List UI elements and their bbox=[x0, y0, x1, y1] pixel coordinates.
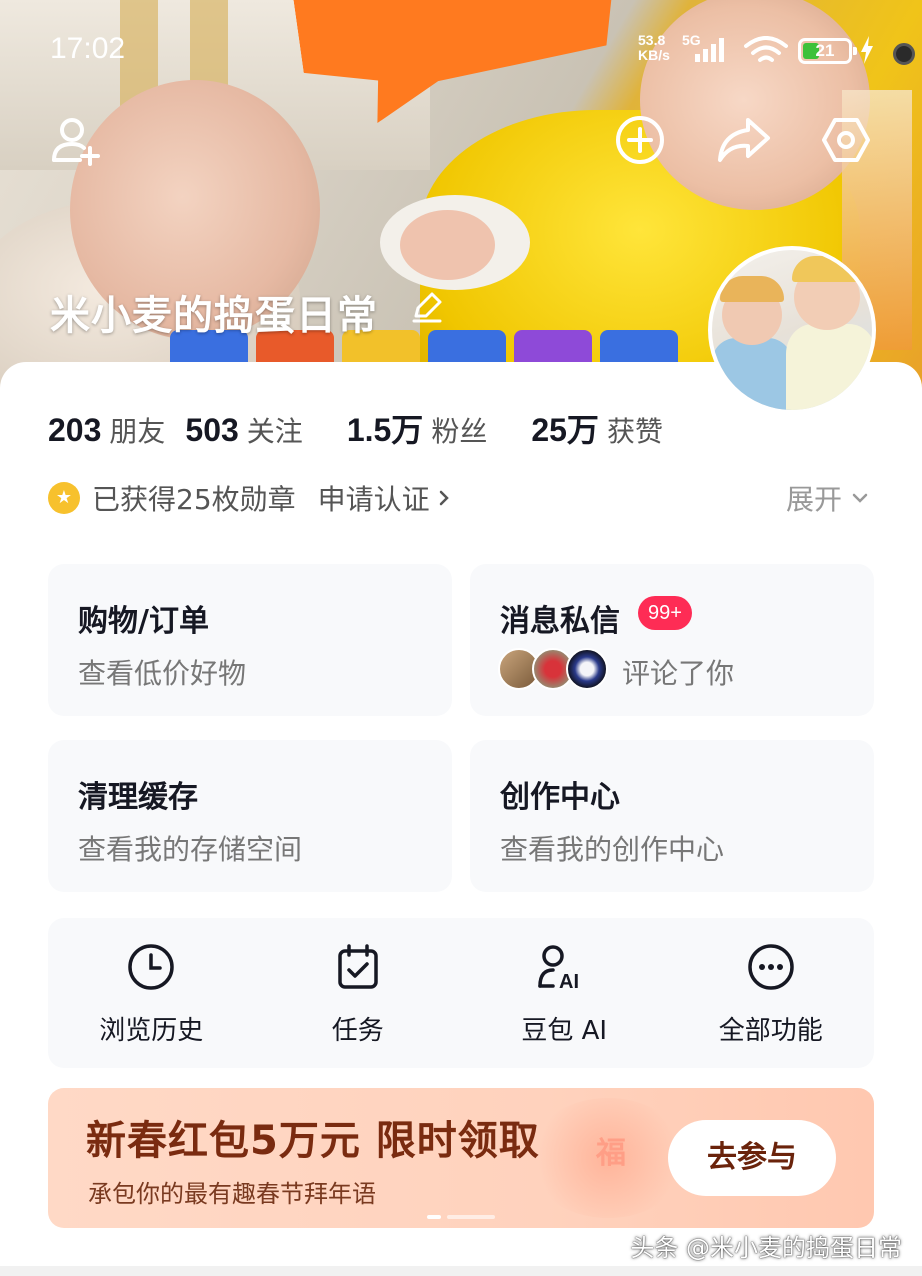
chevron-down-icon bbox=[852, 493, 868, 503]
spring-festival-banner[interactable]: 福 新春红包5万元 限时领取 承包你的最有趣春节拜年语 去参与 bbox=[48, 1088, 874, 1228]
participate-button[interactable]: 去参与 bbox=[668, 1120, 836, 1196]
shortcut-tasks[interactable]: 任务 bbox=[255, 918, 462, 1068]
banner-headline: 新春红包5万元 限时领取 bbox=[86, 1118, 540, 1164]
stat-following[interactable]: 503 关注 bbox=[185, 410, 302, 450]
commenter-avatars bbox=[498, 648, 608, 690]
cover-baby-right bbox=[640, 0, 870, 210]
settings-icon[interactable] bbox=[820, 114, 872, 166]
shortcut-all-features[interactable]: 全部功能 bbox=[668, 918, 875, 1068]
wifi-icon bbox=[744, 36, 788, 62]
shortcut-row: 浏览历史 任务 AI 豆包 AI 全部功能 bbox=[48, 918, 874, 1068]
svg-text:AI: AI bbox=[559, 971, 579, 992]
shortcut-doubao-ai[interactable]: AI 豆包 AI bbox=[461, 918, 668, 1068]
pager-dot-active bbox=[427, 1215, 441, 1219]
banner-subtitle: 承包你的最有趣春节拜年语 bbox=[88, 1180, 376, 1208]
creator-center-card[interactable]: 创作中心 查看我的创作中心 bbox=[470, 740, 874, 892]
charging-icon bbox=[861, 36, 873, 64]
avatar bbox=[566, 648, 608, 690]
shopping-orders-card[interactable]: 购物/订单 查看低价好物 bbox=[48, 564, 452, 716]
banner-pager bbox=[427, 1215, 495, 1219]
bottom-divider bbox=[0, 1266, 922, 1276]
medal-count-link[interactable]: 已获得25枚勋章 bbox=[92, 478, 296, 518]
calendar-check-icon bbox=[338, 944, 378, 989]
banner-fu-glyph: 福 bbox=[596, 1136, 626, 1171]
stat-friends[interactable]: 203 朋友 bbox=[48, 410, 165, 450]
card-subtitle: 查看低价好物 bbox=[78, 657, 247, 690]
profile-name[interactable]: 米小麦的捣蛋日常 bbox=[50, 283, 378, 341]
plus-circle-icon[interactable] bbox=[614, 114, 666, 166]
card-subtitle: 评论了你 bbox=[622, 657, 735, 690]
network-speed: 53.8 KB/s 5G bbox=[638, 32, 701, 63]
stat-likes[interactable]: 25万 获赞 bbox=[531, 405, 663, 451]
add-friend-icon[interactable] bbox=[50, 114, 102, 166]
pager-dot bbox=[447, 1215, 495, 1219]
messages-card[interactable]: 消息私信 99+ 评论了你 bbox=[470, 564, 874, 716]
profile-stats: 203 朋友 503 关注 1.5万 粉丝 25万 获赞 bbox=[48, 405, 663, 451]
stat-followers[interactable]: 1.5万 粉丝 bbox=[347, 405, 488, 451]
front-camera bbox=[893, 43, 915, 65]
battery-icon: 21 bbox=[798, 38, 857, 64]
apply-verification-link[interactable]: 申请认证 bbox=[318, 478, 452, 518]
card-title: 购物/订单 bbox=[78, 604, 209, 639]
card-title: 创作中心 bbox=[500, 780, 620, 815]
avatar[interactable] bbox=[708, 246, 876, 414]
watermark: 头条 @米小麦的捣蛋日常 bbox=[630, 1234, 902, 1262]
chevron-right-icon bbox=[439, 490, 449, 506]
card-title: 消息私信 bbox=[500, 604, 620, 639]
clear-cache-card[interactable]: 清理缓存 查看我的存储空间 bbox=[48, 740, 452, 892]
card-title: 清理缓存 bbox=[78, 780, 198, 815]
card-subtitle: 查看我的存储空间 bbox=[78, 833, 303, 866]
ai-person-icon: AI bbox=[538, 945, 579, 992]
expand-button[interactable]: 展开 bbox=[786, 478, 870, 518]
card-subtitle: 查看我的创作中心 bbox=[500, 833, 725, 866]
share-icon[interactable] bbox=[716, 114, 772, 166]
shortcut-history[interactable]: 浏览历史 bbox=[48, 918, 255, 1068]
more-dots-icon bbox=[748, 944, 794, 990]
unread-badge: 99+ bbox=[638, 596, 692, 630]
edit-icon[interactable] bbox=[410, 290, 444, 324]
status-time: 17:02 bbox=[50, 32, 126, 65]
signal-icon bbox=[695, 36, 724, 62]
clock-icon bbox=[128, 944, 174, 990]
medal-icon bbox=[48, 482, 80, 514]
badge-row: 已获得25枚勋章 申请认证 bbox=[48, 478, 452, 518]
